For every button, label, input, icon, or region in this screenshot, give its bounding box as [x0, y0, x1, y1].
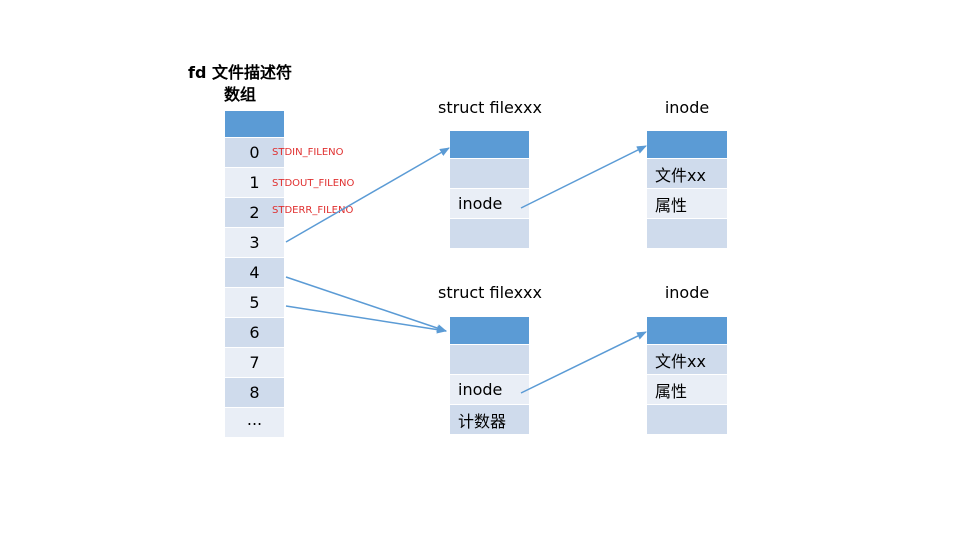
arrows-layer	[285, 145, 647, 394]
arrow-file2-inode-to-inode2	[520, 331, 647, 394]
arrow-fd4-to-file2	[285, 276, 447, 332]
arrow-fd3-to-file1	[285, 147, 450, 243]
arrow-fd5-to-file2	[285, 305, 447, 334]
arrow-file1-inode-to-inode1	[520, 145, 647, 209]
